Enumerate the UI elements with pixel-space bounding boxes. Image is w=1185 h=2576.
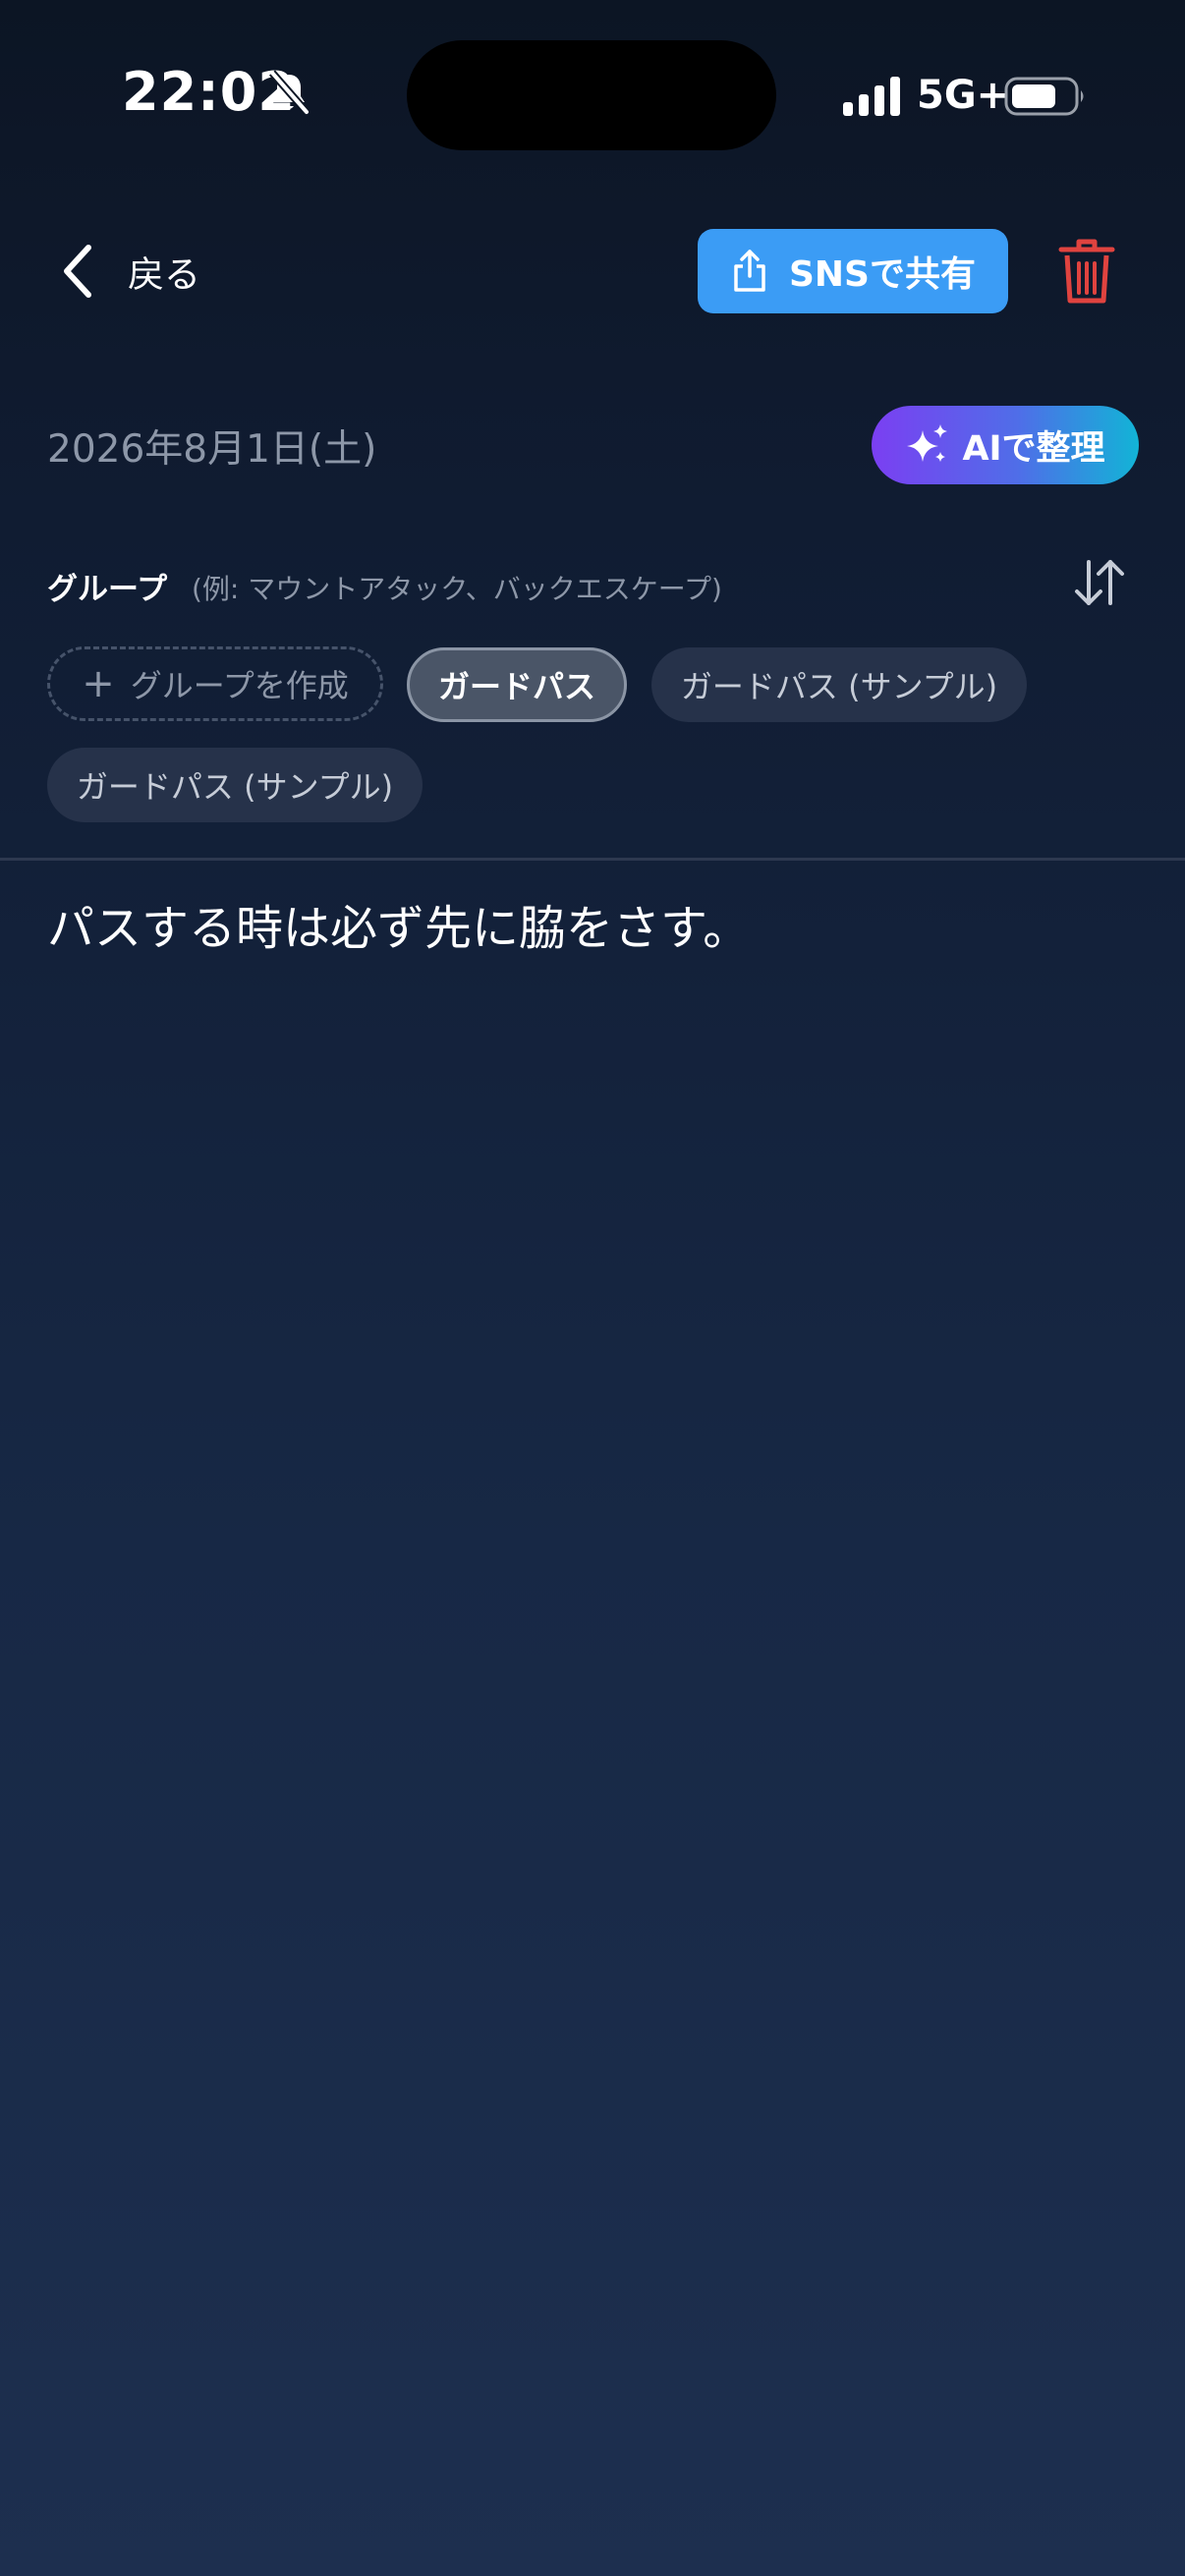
plus-icon: + xyxy=(82,661,115,706)
note-body-text[interactable]: パスする時は必ず先に脇をさす。 xyxy=(47,896,1138,962)
sort-arrows-icon[interactable] xyxy=(1073,558,1126,607)
battery-icon xyxy=(1004,77,1084,116)
note-date: 2026年8月1日(土) xyxy=(47,427,377,472)
chevron-left-icon xyxy=(64,245,91,298)
back-label: 戻る xyxy=(128,253,200,296)
signal-icon xyxy=(843,77,900,116)
sparkles-icon xyxy=(907,424,948,462)
group-chip-selected[interactable]: ガードパス xyxy=(407,647,627,722)
ai-organize-label: AIで整理 xyxy=(962,428,1105,469)
share-sns-button[interactable]: SNSで共有 xyxy=(698,229,1008,313)
dynamic-island xyxy=(407,40,776,150)
group-section-title: グループ xyxy=(47,572,168,607)
trash-icon[interactable] xyxy=(1057,236,1116,307)
network-type: 5G+ xyxy=(917,73,1010,118)
share-label: SNSで共有 xyxy=(789,254,976,295)
create-group-button[interactable]: + グループを作成 xyxy=(47,646,383,721)
back-button[interactable]: 戻る xyxy=(59,236,200,307)
bell-slash-icon xyxy=(268,70,310,115)
ai-organize-button[interactable]: AIで整理 xyxy=(872,406,1139,484)
group-chip[interactable]: ガードパス (サンプル) xyxy=(47,748,423,822)
group-chip[interactable]: ガードパス (サンプル) xyxy=(651,647,1027,722)
create-group-label: グループを作成 xyxy=(130,667,349,704)
share-icon xyxy=(734,250,765,292)
group-hint: (例: マウントアタック、バックエスケープ) xyxy=(192,573,722,605)
divider xyxy=(0,858,1185,861)
status-bar: 22:02 5G+ xyxy=(0,0,1185,187)
